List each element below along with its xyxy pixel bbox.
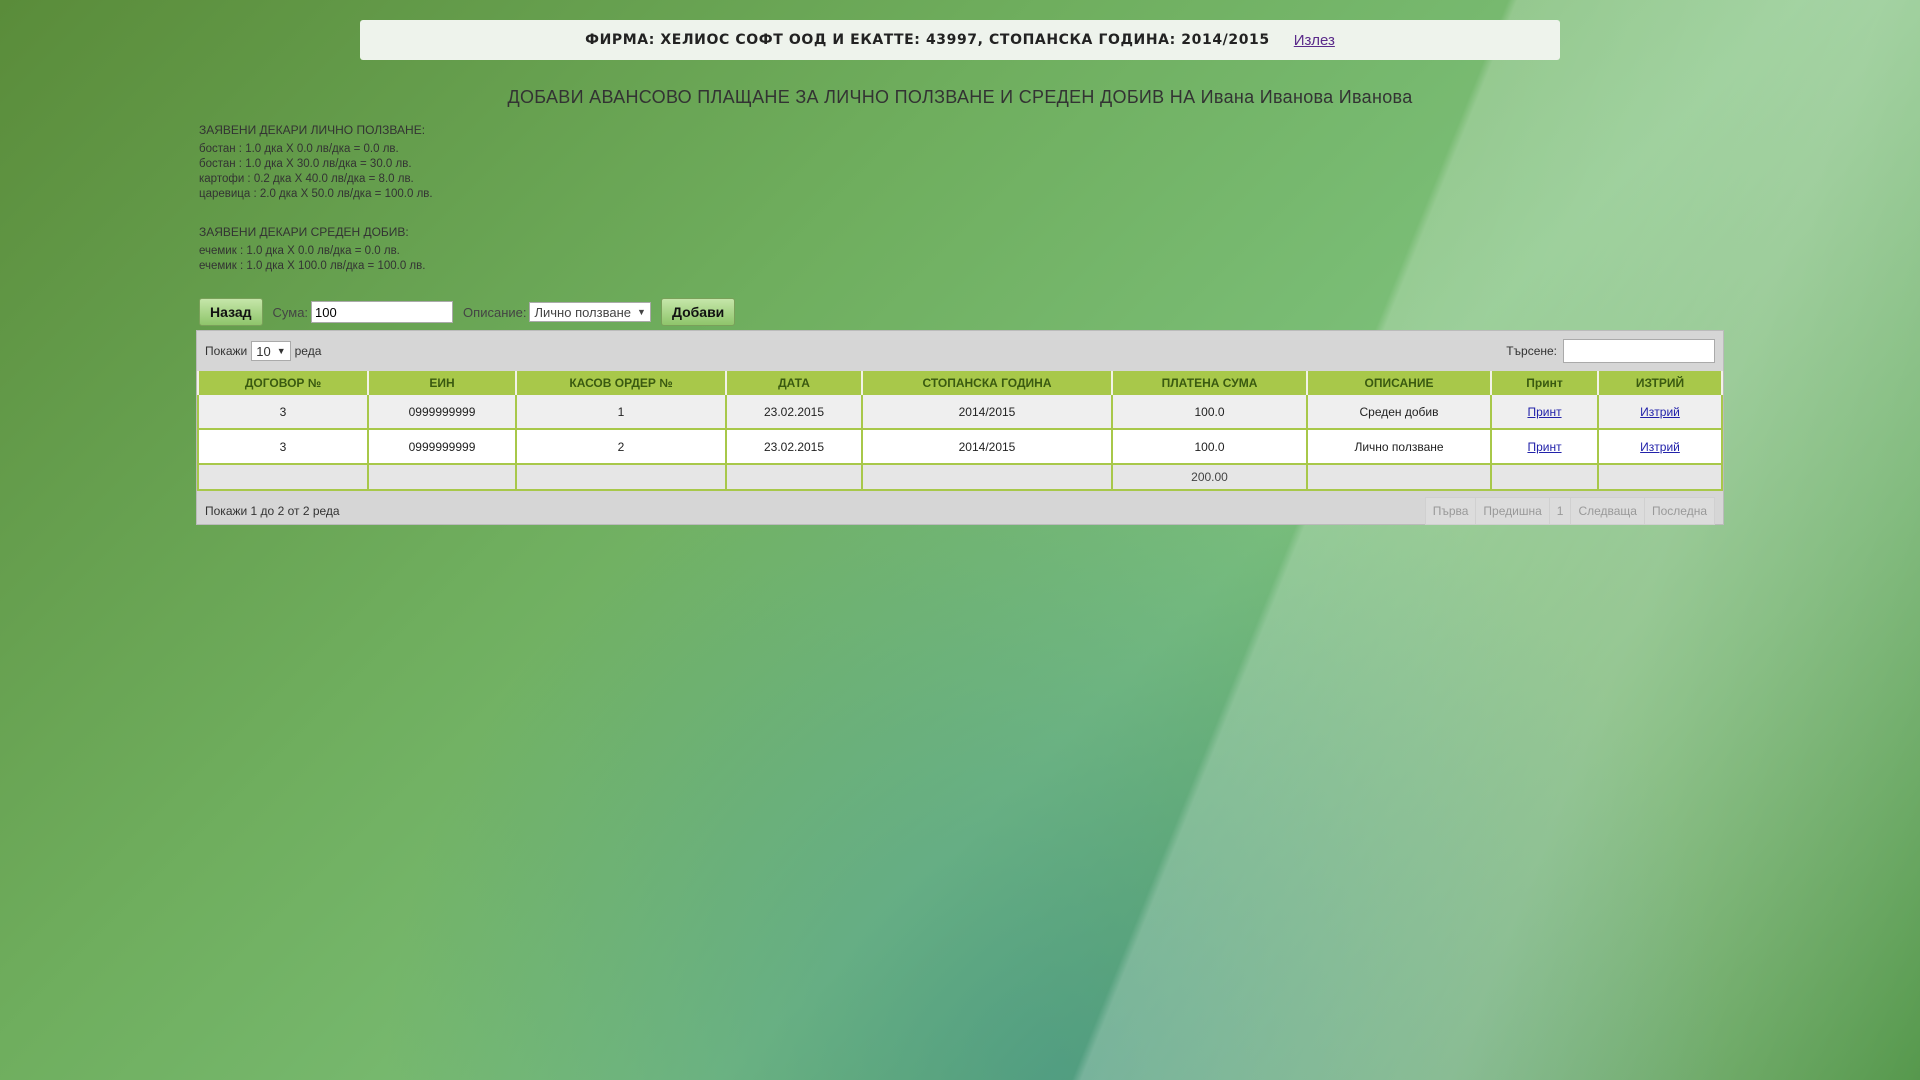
page-title: ДОБАВИ АВАНСОВО ПЛАЩАНЕ ЗА ЛИЧНО ПОЛЗВАН…	[507, 87, 1413, 107]
show-prefix: Покажи	[205, 344, 248, 358]
table-cell: Принт	[1490, 395, 1599, 430]
table-cell: 100.0	[1111, 429, 1308, 465]
payments-table-panel: Покажи 10 ▼ реда Търсене: ДОГОВОР № ЕИН …	[196, 330, 1724, 525]
sum-label: Сума:	[272, 304, 309, 320]
payment-form: Назад Сума: Описание: Лично ползване ▼ Д…	[199, 298, 736, 326]
page-size-value: 10	[256, 343, 271, 359]
print-link[interactable]: Принт	[1527, 405, 1561, 419]
previous-page-button[interactable]: Предишна	[1475, 497, 1550, 525]
table-cell	[1306, 464, 1492, 491]
table-cell: 23.02.2015	[725, 429, 863, 465]
table-cell: Среден добив	[1306, 395, 1492, 430]
personal-use-section: ЗАЯВЕНИ ДЕКАРИ ЛИЧНО ПОЛЗВАНЕ: бостан : …	[199, 123, 433, 202]
sum-input[interactable]	[311, 301, 454, 323]
next-page-button[interactable]: Следваща	[1570, 497, 1645, 525]
table-cell	[725, 464, 863, 491]
page-size-control: Покажи 10 ▼ реда	[205, 341, 321, 361]
column-header[interactable]: ПЛАТЕНА СУМА	[1111, 371, 1308, 395]
average-yield-section: ЗАЯВЕНИ ДЕКАРИ СРЕДЕН ДОБИВ: ечемик : 1.…	[199, 225, 425, 274]
table-row: 3 0999999999 1 23.02.2015 2014/2015 100.…	[197, 395, 1723, 430]
table-total-row: 200.00	[197, 464, 1723, 491]
table-cell	[515, 464, 727, 491]
delete-link[interactable]: Изтрий	[1640, 440, 1680, 454]
column-header[interactable]: ИЗТРИЙ	[1597, 371, 1723, 395]
personal-use-line: бостан : 1.0 дка X 30.0 лв/дка = 30.0 лв…	[199, 158, 412, 170]
personal-use-line: картофи : 0.2 дка X 40.0 лв/дка = 8.0 лв…	[199, 173, 414, 185]
table-cell: Изтрий	[1597, 395, 1723, 430]
description-select[interactable]: Лично ползване ▼	[529, 302, 651, 322]
average-yield-line: ечемик : 1.0 дка X 0.0 лв/дка = 0.0 лв.	[199, 245, 400, 257]
description-label: Описание:	[463, 304, 527, 320]
table-cell: 3	[197, 395, 369, 430]
header-bar: ФИРМА: ХЕЛИОС СОФТ ООД И ЕКАТТЕ: 43997, …	[360, 20, 1560, 60]
table-cell	[861, 464, 1113, 491]
column-header[interactable]: ОПИСАНИЕ	[1306, 371, 1492, 395]
table-cell: 2	[515, 429, 727, 465]
pagination: Първа Предишна 1 Следваща Последна	[1424, 497, 1715, 525]
table-cell	[1597, 464, 1723, 491]
page-size-select[interactable]: 10 ▼	[251, 341, 291, 361]
table-footer: Покажи 1 до 2 от 2 реда Първа Предишна 1…	[197, 491, 1723, 531]
table-header-row: ДОГОВОР № ЕИН КАСОВ ОРДЕР № ДАТА СТОПАНС…	[197, 371, 1723, 395]
table-cell: 23.02.2015	[725, 395, 863, 430]
column-header[interactable]: ДОГОВОР №	[197, 371, 369, 395]
table-cell	[367, 464, 517, 491]
table-cell: 3	[197, 429, 369, 465]
column-header[interactable]: КАСОВ ОРДЕР №	[515, 371, 727, 395]
table-cell	[197, 464, 369, 491]
column-header[interactable]: СТОПАНСКА ГОДИНА	[861, 371, 1113, 395]
table-cell: Изтрий	[1597, 429, 1723, 465]
personal-use-line: бостан : 1.0 дка X 0.0 лв/дка = 0.0 лв.	[199, 143, 399, 155]
chevron-down-icon: ▼	[276, 346, 286, 356]
logout-link[interactable]: Излез	[1294, 32, 1335, 49]
description-select-value: Лично ползване	[534, 304, 632, 320]
show-suffix: реда	[294, 344, 322, 358]
back-button[interactable]: Назад	[199, 298, 263, 326]
table-info: Покажи 1 до 2 от 2 реда	[205, 504, 340, 518]
table-cell: 2014/2015	[861, 395, 1113, 430]
delete-link[interactable]: Изтрий	[1640, 405, 1680, 419]
table-cell: 0999999999	[367, 429, 517, 465]
table-cell: 0999999999	[367, 395, 517, 430]
total-amount: 200.00	[1111, 464, 1308, 491]
last-page-button[interactable]: Последна	[1643, 497, 1715, 525]
table-row: 3 0999999999 2 23.02.2015 2014/2015 100.…	[197, 429, 1723, 465]
search-label: Търсене:	[1506, 344, 1557, 358]
average-yield-line: ечемик : 1.0 дка X 100.0 лв/дка = 100.0 …	[199, 260, 426, 272]
search-control: Търсене:	[1506, 339, 1715, 363]
print-link[interactable]: Принт	[1527, 440, 1561, 454]
table-cell: Принт	[1490, 429, 1599, 465]
table-cell: 1	[515, 395, 727, 430]
table-toolbar: Покажи 10 ▼ реда Търсене:	[197, 331, 1723, 371]
average-yield-heading: ЗАЯВЕНИ ДЕКАРИ СРЕДЕН ДОБИВ:	[199, 225, 409, 239]
personal-use-line: царевица : 2.0 дка X 50.0 лв/дка = 100.0…	[199, 188, 433, 200]
payments-table: ДОГОВОР № ЕИН КАСОВ ОРДЕР № ДАТА СТОПАНС…	[197, 371, 1723, 491]
add-button[interactable]: Добави	[660, 298, 736, 326]
table-cell: Лично ползване	[1306, 429, 1492, 465]
column-header[interactable]: Принт	[1490, 371, 1599, 395]
table-cell: 2014/2015	[861, 429, 1113, 465]
search-input[interactable]	[1563, 339, 1715, 363]
column-header[interactable]: ДАТА	[725, 371, 863, 395]
firm-info: ФИРМА: ХЕЛИОС СОФТ ООД И ЕКАТТЕ: 43997, …	[585, 32, 1270, 48]
column-header[interactable]: ЕИН	[367, 371, 517, 395]
first-page-button[interactable]: Първа	[1424, 497, 1477, 525]
table-cell: 100.0	[1111, 395, 1308, 430]
personal-use-heading: ЗАЯВЕНИ ДЕКАРИ ЛИЧНО ПОЛЗВАНЕ:	[199, 123, 426, 137]
page-number-button[interactable]: 1	[1548, 497, 1572, 525]
chevron-down-icon: ▼	[637, 307, 646, 317]
table-cell	[1490, 464, 1599, 491]
